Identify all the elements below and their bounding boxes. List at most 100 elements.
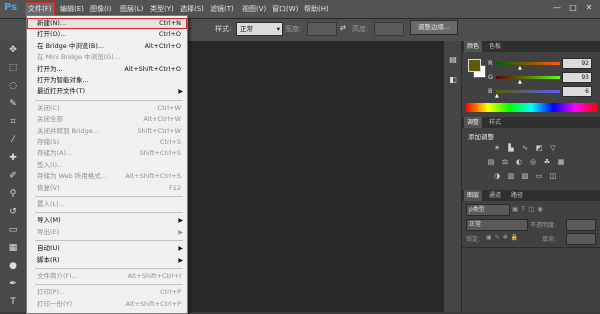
gradient-map-icon[interactable]: ▭ <box>534 172 544 181</box>
brightness-contrast-icon[interactable]: ☀ <box>492 144 502 153</box>
curves-icon[interactable]: ∿ <box>520 144 530 153</box>
dodge-tool-icon[interactable]: ● <box>6 259 20 273</box>
blue-slider-handle[interactable]: ▲ <box>495 93 499 99</box>
menu-item-label: 导出(E) <box>37 227 60 236</box>
maximize-button[interactable]: □ <box>566 2 580 14</box>
eyedropper-icon[interactable]: ⁄ <box>6 133 20 147</box>
swap-icon[interactable]: ⇄ <box>340 24 346 32</box>
width-field[interactable] <box>307 22 337 36</box>
properties-panel-icon[interactable]: ◧ <box>447 75 459 87</box>
red-value[interactable]: 92 <box>562 58 592 69</box>
opacity-field[interactable] <box>566 219 596 231</box>
channel-mixer-icon[interactable]: ☘ <box>542 158 552 167</box>
file-menu-item[interactable]: 自动(U) ▶ <box>27 243 187 254</box>
file-menu-item[interactable]: 最近打开文件(T) ▶ <box>27 86 187 97</box>
menu-item-shortcut: Ctrl+W <box>157 103 181 112</box>
green-slider-handle[interactable]: ▲ <box>518 79 522 85</box>
photoshop-logo: Ps <box>4 2 18 13</box>
menu-item-shortcut: Ctrl+N <box>159 19 181 27</box>
move-tool-icon[interactable]: ✥ <box>6 43 20 57</box>
style-select[interactable]: 正常 ▾ <box>236 22 283 36</box>
close-button[interactable]: ✕ <box>582 2 596 14</box>
lock-icons[interactable]: ▣✎✥🔒 <box>486 234 521 241</box>
menu-filter[interactable]: 滤镜(T) <box>208 3 236 15</box>
tab-channels[interactable]: 通道 <box>486 190 504 201</box>
history-panel-icon[interactable]: ▤ <box>447 55 459 67</box>
blue-value[interactable]: 6 <box>562 86 592 97</box>
quick-select-icon[interactable]: ✎ <box>6 97 20 111</box>
vibrance-icon[interactable]: ▽ <box>548 144 558 153</box>
menu-image[interactable]: 图像(I) <box>88 3 114 15</box>
submenu-arrow-icon: ▶ <box>178 256 183 264</box>
brush-tool-icon[interactable]: ✐ <box>6 169 20 183</box>
lasso-tool-icon[interactable]: ◌ <box>6 79 20 93</box>
tab-paths[interactable]: 路径 <box>508 190 526 201</box>
adjust-edge-button[interactable]: 调整边缘... <box>410 20 458 35</box>
pen-tool-icon[interactable]: ✒ <box>6 277 20 291</box>
fill-field[interactable] <box>566 233 596 245</box>
color-panel-tabs: 颜色 色板 <box>462 41 600 52</box>
style-value: 正常 <box>240 25 253 33</box>
photo-filter-icon[interactable]: ◎ <box>528 158 538 167</box>
menu-view[interactable]: 视图(V) <box>240 3 268 15</box>
marquee-tool-icon[interactable]: ⬚ <box>6 61 20 75</box>
submenu-arrow-icon: ▶ <box>178 228 183 236</box>
red-slider[interactable] <box>496 62 560 65</box>
blend-mode-select[interactable]: 正常 <box>466 219 528 231</box>
red-slider-handle[interactable]: ▲ <box>518 65 522 71</box>
green-value[interactable]: 93 <box>562 72 592 83</box>
menu-item-label: 关闭全部 <box>37 115 63 124</box>
menu-edit[interactable]: 编辑(E) <box>58 3 86 15</box>
height-field[interactable] <box>374 22 404 36</box>
selective-color-icon[interactable]: ◫ <box>548 172 558 181</box>
history-brush-icon[interactable]: ↺ <box>6 205 20 219</box>
type-tool-icon[interactable]: T <box>6 295 20 309</box>
file-menu-item[interactable]: 打开为... Alt+Shift+Ctrl+O <box>27 64 187 75</box>
file-menu-item: 存储为(A)... Shift+Ctrl+S <box>27 148 187 159</box>
black-white-icon[interactable]: ◐ <box>514 158 524 167</box>
file-menu-item[interactable]: 脚本(R) ▶ <box>27 255 187 266</box>
clone-stamp-icon[interactable]: ⚲ <box>6 187 20 201</box>
menu-window[interactable]: 窗口(W) <box>270 3 300 15</box>
levels-icon[interactable]: ▙ <box>506 144 516 153</box>
tab-layers[interactable]: 图层 <box>464 190 483 201</box>
menu-item-shortcut: Shift+Ctrl+S <box>139 149 181 158</box>
file-menu-item[interactable]: 打开为智能对象... <box>27 75 187 86</box>
file-menu-item[interactable]: 导入(M) ▶ <box>27 215 187 226</box>
crop-tool-icon[interactable]: ⌗ <box>6 115 20 129</box>
file-menu-item[interactable]: 新建(N)... Ctrl+N <box>27 18 187 30</box>
menu-layer[interactable]: 图层(L) <box>118 3 145 15</box>
tab-adjustments[interactable]: 调整 <box>464 117 483 128</box>
healing-brush-icon[interactable]: ✚ <box>6 151 20 165</box>
menu-help[interactable]: 帮助(H) <box>302 3 331 15</box>
menu-select[interactable]: 选择(S) <box>178 3 206 15</box>
green-slider[interactable] <box>496 76 560 79</box>
minimize-button[interactable]: — <box>550 2 564 14</box>
gradient-tool-icon[interactable]: ▦ <box>6 241 20 255</box>
menu-file[interactable]: 文件(F) <box>25 2 55 16</box>
color-spectrum-bar[interactable] <box>466 103 597 112</box>
file-menu-item[interactable]: 打开(O)... Ctrl+O <box>27 29 187 40</box>
menu-item-label: 存储为 Web 所用格式... <box>37 172 108 181</box>
menu-type[interactable]: 类型(Y) <box>148 3 176 15</box>
hue-saturation-icon[interactable]: ▤ <box>486 158 496 167</box>
posterize-icon[interactable]: ▥ <box>506 172 516 181</box>
color-lookup-icon[interactable]: ▦ <box>556 158 566 167</box>
blue-label: B <box>488 87 493 95</box>
layer-filter-icons[interactable]: ▣T◫◉ <box>512 205 546 213</box>
eraser-tool-icon[interactable]: ▭ <box>6 223 20 237</box>
red-label: R <box>488 59 493 67</box>
submenu-arrow-icon: ▶ <box>178 217 183 225</box>
tab-color[interactable]: 颜色 <box>464 41 483 52</box>
file-menu-item[interactable]: 在 Bridge 中浏览(B)... Alt+Ctrl+O <box>27 41 187 52</box>
tab-styles[interactable]: 样式 <box>486 117 504 128</box>
blue-slider[interactable] <box>496 90 560 93</box>
exposure-icon[interactable]: ◩ <box>534 144 544 153</box>
layer-kind-filter[interactable]: ρ类型 <box>466 204 510 216</box>
invert-icon[interactable]: ◑ <box>492 172 502 181</box>
tab-swatches[interactable]: 色板 <box>486 41 504 52</box>
threshold-icon[interactable]: ▨ <box>520 172 530 181</box>
menu-item-shortcut: Ctrl+P <box>160 288 181 297</box>
panel-dock-strip: ▤ ◧ <box>443 41 462 312</box>
color-balance-icon[interactable]: ⚖ <box>500 158 510 167</box>
